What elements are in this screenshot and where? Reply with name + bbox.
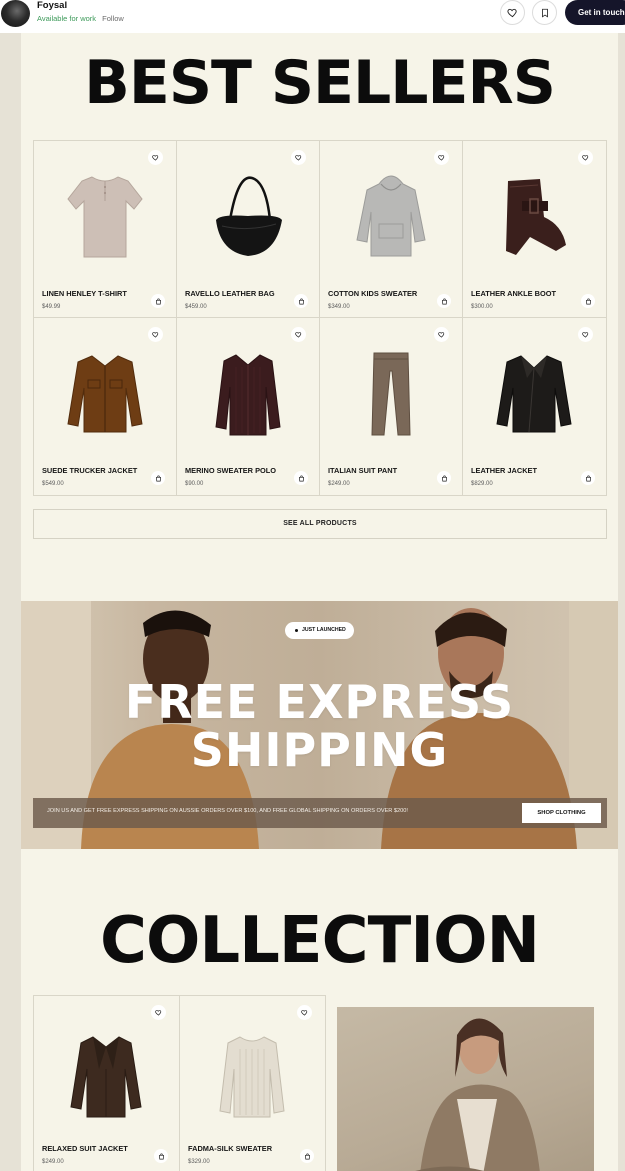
- product-card[interactable]: LEATHER ANKLE BOOT $300.00: [463, 141, 606, 318]
- bag-icon: [155, 475, 161, 481]
- bag-icon: [304, 1153, 310, 1159]
- product-card[interactable]: LEATHER JACKET $829.00: [463, 318, 606, 495]
- add-to-cart-button[interactable]: [151, 471, 165, 485]
- add-to-cart-button[interactable]: [300, 1149, 314, 1163]
- just-launched-badge: JUST LAUNCHED: [285, 622, 354, 639]
- product-name[interactable]: RELAXED SUIT JACKET: [42, 1144, 128, 1153]
- bag-icon: [298, 298, 304, 304]
- product-name[interactable]: SUEDE TRUCKER JACKET: [42, 466, 137, 475]
- add-to-cart-button[interactable]: [581, 471, 595, 485]
- heart-icon: [438, 155, 445, 161]
- product-card[interactable]: MERINO SWEATER POLO $90.00: [177, 318, 320, 495]
- product-price: $549.00: [42, 481, 64, 487]
- product-card[interactable]: ITALIAN SUIT PANT $249.00: [320, 318, 463, 495]
- favorite-button[interactable]: [151, 1005, 166, 1020]
- add-to-cart-button[interactable]: [437, 294, 451, 308]
- collection-row: RELAXED SUIT JACKET $249.00 FADMA-SILK S…: [33, 995, 607, 1171]
- product-price: $349.00: [328, 304, 350, 310]
- shipping-strip-text: JOIN US AND GET FREE EXPRESS SHIPPING ON…: [47, 808, 408, 814]
- save-button[interactable]: [532, 0, 557, 25]
- product-name[interactable]: MERINO SWEATER POLO: [185, 466, 276, 475]
- add-to-cart-button[interactable]: [154, 1149, 168, 1163]
- add-to-cart-button[interactable]: [437, 471, 451, 485]
- bag-icon: [155, 298, 161, 304]
- product-card[interactable]: FADMA-SILK SWEATER $329.00: [179, 995, 326, 1171]
- add-to-cart-button[interactable]: [151, 294, 165, 308]
- trucker-jacket-icon[interactable]: [57, 338, 153, 448]
- shop-page: BEST SELLERS LINEN HENLEY T-SHIRT $49.99…: [21, 33, 618, 1171]
- shop-clothing-button[interactable]: SHOP CLOTHING: [522, 803, 601, 823]
- heart-icon: [295, 155, 302, 161]
- product-name[interactable]: LEATHER ANKLE BOOT: [471, 289, 556, 298]
- heart-icon: [152, 332, 159, 338]
- hero-banner: JUST LAUNCHED FREE EXPRESS SHIPPING JOIN…: [21, 601, 618, 849]
- hero-title-line-1: FREE EXPRESS: [124, 675, 515, 729]
- product-card[interactable]: RELAXED SUIT JACKET $249.00: [33, 995, 180, 1171]
- bag-icon: [298, 475, 304, 481]
- hero-title-line-2: SHIPPING: [190, 723, 449, 777]
- bookmark-icon: [541, 8, 548, 18]
- collection-model-photo[interactable]: [337, 1007, 594, 1171]
- author-name[interactable]: Foysal: [37, 0, 67, 11]
- product-name[interactable]: COTTON KIDS SWEATER: [328, 289, 417, 298]
- product-price: $249.00: [42, 1159, 64, 1165]
- product-name[interactable]: LINEN HENLEY T-SHIRT: [42, 289, 127, 298]
- bag-icon: [158, 1153, 164, 1159]
- best-sellers-grid: LINEN HENLEY T-SHIRT $49.99 RAVELLO LEAT…: [33, 140, 607, 496]
- bag-icon: [585, 298, 591, 304]
- heart-icon: [155, 1010, 162, 1016]
- product-price: $90.00: [185, 481, 204, 487]
- add-to-cart-button[interactable]: [581, 294, 595, 308]
- heart-icon: [438, 332, 445, 338]
- product-card[interactable]: RAVELLO LEATHER BAG $459.00: [177, 141, 320, 318]
- hoodie-icon[interactable]: [343, 161, 439, 271]
- leather-jacket-icon[interactable]: [486, 338, 582, 448]
- bag-icon: [585, 475, 591, 481]
- heart-icon: [295, 332, 302, 338]
- product-price: $49.99: [42, 304, 61, 310]
- like-button[interactable]: [500, 0, 525, 25]
- product-price: $459.00: [185, 304, 207, 310]
- heart-icon: [582, 332, 589, 338]
- top-bar: Foysal Available for work Follow Get in …: [0, 0, 625, 33]
- knit-sweater-icon[interactable]: [204, 1020, 300, 1130]
- bag-icon: [441, 298, 447, 304]
- product-price: $829.00: [471, 481, 493, 487]
- best-sellers-title: BEST SELLERS: [84, 48, 556, 118]
- add-to-cart-button[interactable]: [294, 294, 308, 308]
- suit-pant-icon[interactable]: [343, 338, 439, 448]
- product-price: $300.00: [471, 304, 493, 310]
- follow-link[interactable]: Follow: [102, 14, 124, 23]
- bag-icon: [441, 475, 447, 481]
- product-card[interactable]: COTTON KIDS SWEATER $349.00: [320, 141, 463, 318]
- product-name[interactable]: RAVELLO LEATHER BAG: [185, 289, 275, 298]
- shipping-strip: JOIN US AND GET FREE EXPRESS SHIPPING ON…: [33, 798, 607, 828]
- henley-shirt-icon[interactable]: [57, 161, 153, 271]
- heart-icon: [152, 155, 159, 161]
- add-to-cart-button[interactable]: [294, 471, 308, 485]
- collection-title: COLLECTION: [99, 904, 540, 978]
- get-in-touch-button[interactable]: Get in touch: [565, 0, 625, 25]
- author-status-line: Available for work Follow: [37, 14, 124, 23]
- heart-icon: [507, 8, 517, 18]
- heart-icon: [301, 1010, 308, 1016]
- availability-status: Available for work: [37, 14, 97, 23]
- avatar[interactable]: [1, 0, 30, 27]
- favorite-button[interactable]: [297, 1005, 312, 1020]
- ankle-boot-icon[interactable]: [486, 161, 582, 271]
- product-card[interactable]: LINEN HENLEY T-SHIRT $49.99: [34, 141, 177, 318]
- product-name[interactable]: LEATHER JACKET: [471, 466, 537, 475]
- see-all-products-button[interactable]: SEE ALL PRODUCTS: [33, 509, 607, 539]
- polo-sweater-icon[interactable]: [200, 338, 296, 448]
- model-image: [415, 1018, 540, 1171]
- product-price: $249.00: [328, 481, 350, 487]
- product-card[interactable]: SUEDE TRUCKER JACKET $549.00: [34, 318, 177, 495]
- leather-bag-icon[interactable]: [200, 161, 296, 271]
- product-price: $329.00: [188, 1159, 210, 1165]
- suit-jacket-icon[interactable]: [58, 1020, 154, 1130]
- product-name[interactable]: ITALIAN SUIT PANT: [328, 466, 397, 475]
- product-name[interactable]: FADMA-SILK SWEATER: [188, 1144, 272, 1153]
- heart-icon: [582, 155, 589, 161]
